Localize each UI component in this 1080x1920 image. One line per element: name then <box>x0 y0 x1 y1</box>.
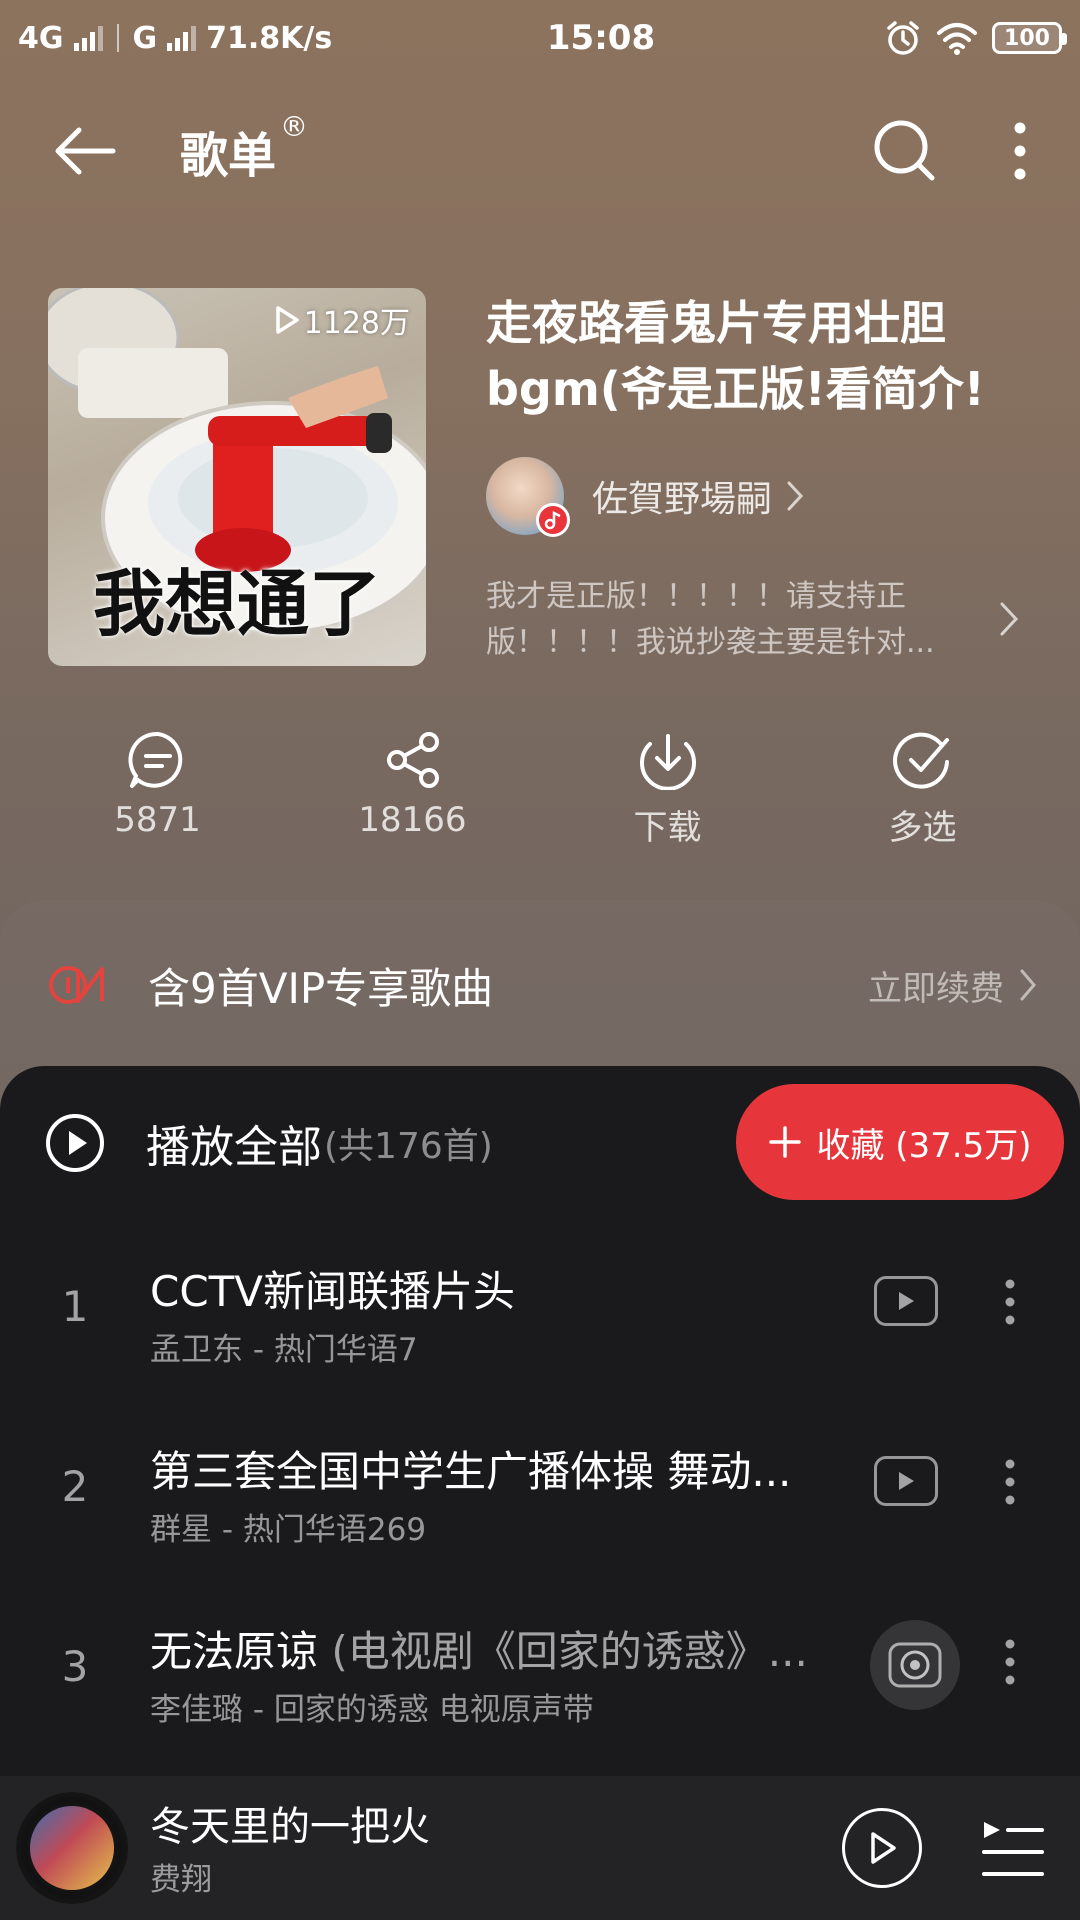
song-title: 无法原谅 (电视剧《回家的诱惑》... <box>150 1618 830 1679</box>
song-index: 1 <box>61 1282 89 1331</box>
plus-icon <box>769 1126 802 1158</box>
vip-renew-link[interactable]: 立即续费 <box>868 961 1038 1010</box>
song-title-text: CCTV新闻联播片头 <box>150 1267 516 1316</box>
song-more-button[interactable] <box>990 1634 1030 1690</box>
more-options-button[interactable] <box>1000 106 1040 196</box>
multi-select-label: 多选 <box>888 808 957 848</box>
comment-button[interactable]: 5871 <box>30 730 285 860</box>
creator-row[interactable]: 佐賀野場嗣 <box>486 456 804 537</box>
song-title: 第三套全国中学生广播体操 舞动... <box>150 1438 830 1499</box>
song-row[interactable]: 1 CCTV新闻联播片头 孟卫东 - 热门华语7 <box>0 1240 1080 1400</box>
playlist-cover[interactable]: 1128万 我想通了 <box>48 288 426 666</box>
battery-indicator: 100 <box>992 22 1067 54</box>
mini-play-button[interactable] <box>842 1808 922 1888</box>
play-all-count: (共176首) <box>324 1126 493 1167</box>
search-icon <box>874 120 935 181</box>
registered-mark: ® <box>280 110 309 143</box>
mv-button[interactable] <box>874 1276 938 1326</box>
status-time: 15:08 <box>546 18 656 58</box>
song-artist-album: 孟卫东 - 热门华语7 <box>150 1332 418 1368</box>
music-note-badge-icon <box>536 503 570 537</box>
network-type-2: G <box>132 20 158 56</box>
creator-name[interactable]: 佐賀野場嗣 <box>592 470 772 522</box>
share-button[interactable]: 18166 <box>285 730 540 860</box>
vip-banner[interactable]: 含9首VIP专享歌曲 立即续费 <box>0 940 1080 1030</box>
description-line-1: 我才是正版！！！！！请支持正 <box>486 579 906 614</box>
status-divider <box>116 24 119 52</box>
play-icon <box>871 1832 896 1864</box>
song-index: 3 <box>61 1642 89 1691</box>
mv-button[interactable] <box>874 1456 938 1506</box>
action-row: 5871 18166 下载 多选 <box>0 730 1080 860</box>
description-chevron-icon[interactable] <box>998 600 1020 638</box>
share-icon <box>386 732 439 788</box>
play-all-icon <box>46 1114 104 1172</box>
collect-label: 收藏 (37.5万) <box>816 1125 1032 1166</box>
now-playing-indicator[interactable] <box>870 1620 960 1710</box>
song-title-text: 无法原谅 <box>150 1627 319 1676</box>
comment-icon <box>127 731 182 788</box>
vip-text: 含9首VIP专享歌曲 <box>148 963 494 1013</box>
mini-player-artist: 费翔 <box>150 1862 212 1898</box>
more-vertical-icon <box>1005 1639 1015 1685</box>
cover-play-count: 1128万 <box>274 298 410 342</box>
vip-logo-icon <box>49 966 104 1004</box>
mini-player[interactable]: 冬天里的一把火 费翔 <box>0 1776 1080 1920</box>
play-count-icon <box>275 306 299 334</box>
chevron-right-icon <box>1020 969 1036 1001</box>
collect-button[interactable]: 收藏 (37.5万) <box>736 1084 1064 1200</box>
multi-select-button[interactable]: 多选 <box>795 730 1050 860</box>
playlist-description[interactable]: 我才是正版！！！！！请支持正 版！！！！我说抄袭主要是针对... <box>486 574 986 666</box>
playlist-title: 走夜路看鬼片专用壮胆bgm(爷是正版!看简介! <box>486 296 985 416</box>
mini-player-disc[interactable] <box>16 1792 128 1904</box>
play-all-label: 播放全部 <box>146 1122 322 1173</box>
song-more-button[interactable] <box>990 1454 1030 1510</box>
song-artist-album: 群星 - 热门华语269 <box>150 1512 427 1548</box>
share-count: 18166 <box>358 800 467 840</box>
vip-renew-label: 立即续费 <box>868 968 1004 1009</box>
comment-count: 5871 <box>114 800 201 840</box>
video-play-icon <box>899 1472 914 1490</box>
song-artist-album: 李佳璐 - 回家的诱惑 电视原声带 <box>150 1692 594 1728</box>
top-nav: 歌单 ® <box>0 96 1080 206</box>
download-label: 下载 <box>633 808 702 848</box>
song-title-text: 第三套全国中学生广播体操 舞动... <box>150 1447 792 1496</box>
page-title: 歌单 ® <box>180 110 308 186</box>
play-count-text: 1128万 <box>303 306 410 341</box>
mini-player-album-art <box>30 1806 114 1890</box>
status-bar: 4G G 71.8K/s 15:08 100 <box>0 0 1080 76</box>
video-play-icon <box>899 1292 914 1310</box>
alarm-icon <box>887 21 919 55</box>
multi-select-icon <box>892 732 949 789</box>
wifi-icon <box>937 23 977 55</box>
song-index: 2 <box>61 1462 89 1511</box>
song-row[interactable]: 3 无法原谅 (电视剧《回家的诱惑》... 李佳璐 - 回家的诱惑 电视原声带 <box>0 1600 1080 1760</box>
network-speed: 71.8K/s <box>206 20 333 56</box>
playlist-queue-icon[interactable] <box>980 1816 1046 1880</box>
download-icon <box>639 734 696 790</box>
search-button[interactable] <box>860 106 950 196</box>
creator-avatar[interactable] <box>486 457 570 537</box>
description-line-2: 版！！！！我说抄袭主要是针对... <box>486 625 935 660</box>
more-vertical-icon <box>1005 1459 1015 1505</box>
more-vertical-icon <box>1014 122 1026 180</box>
more-vertical-icon <box>1005 1279 1015 1325</box>
song-title-extra: (电视剧《回家的诱惑》... <box>318 1627 808 1676</box>
page-title-text: 歌单 <box>180 128 277 184</box>
song-row[interactable]: 2 第三套全国中学生广播体操 舞动... 群星 - 热门华语269 <box>0 1420 1080 1580</box>
back-arrow-icon <box>55 127 116 175</box>
signal-icon-2 <box>167 25 197 51</box>
song-more-button[interactable] <box>990 1274 1030 1330</box>
network-type-1: 4G <box>18 20 64 56</box>
playing-disc-icon <box>888 1642 942 1688</box>
signal-icon <box>73 25 103 51</box>
mini-player-title: 冬天里的一把火 <box>150 1804 430 1850</box>
song-title: CCTV新闻联播片头 <box>150 1258 830 1319</box>
back-button[interactable] <box>40 106 130 196</box>
cover-caption: 我想通了 <box>92 562 381 646</box>
download-button[interactable]: 下载 <box>540 730 795 860</box>
status-right: 100 <box>884 19 1067 57</box>
chevron-right-icon <box>787 481 804 511</box>
